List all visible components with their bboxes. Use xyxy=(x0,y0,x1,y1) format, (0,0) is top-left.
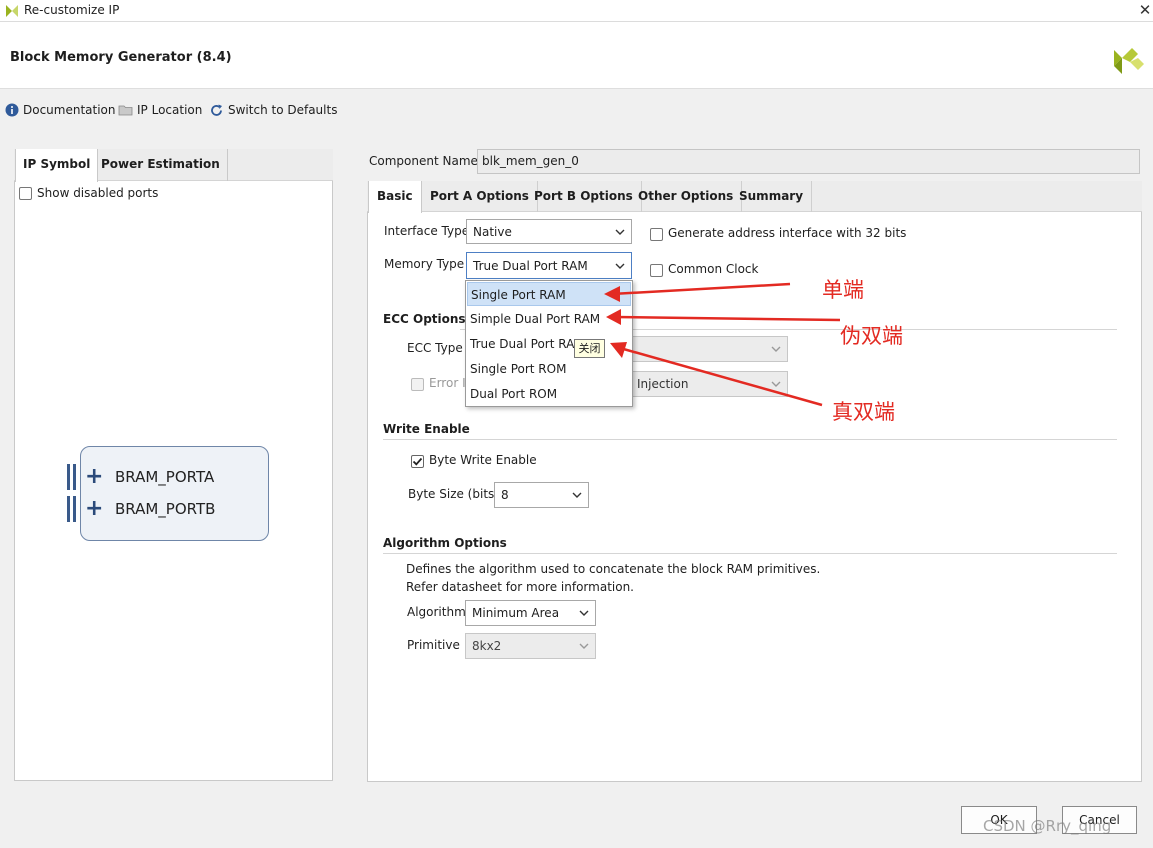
tab-basic[interactable]: Basic xyxy=(368,181,422,213)
documentation-link[interactable]: Documentation xyxy=(5,102,116,118)
refresh-icon xyxy=(211,104,222,116)
tab-ip-symbol[interactable]: IP Symbol xyxy=(15,149,99,182)
chevron-down-icon xyxy=(615,263,625,269)
chevron-down-icon xyxy=(579,643,589,649)
annotation-true-dual: 真双端 xyxy=(832,400,895,424)
tab-summary[interactable]: Summary xyxy=(731,181,813,212)
primitive-label: Primitive xyxy=(407,638,460,652)
tab-power-estimation[interactable]: Power Estimation xyxy=(94,149,228,181)
ip-location-label: IP Location xyxy=(137,103,203,117)
port-b-bar xyxy=(73,496,76,522)
component-name-input[interactable]: blk_mem_gen_0 xyxy=(477,149,1140,174)
switch-defaults-label: Switch to Defaults xyxy=(228,103,338,117)
tab-port-a-options[interactable]: Port A Options xyxy=(422,181,538,212)
annotation-single: 单端 xyxy=(822,278,864,302)
component-name-label: Component Name xyxy=(369,154,478,168)
byte-write-enable-checkbox[interactable] xyxy=(411,455,424,468)
show-disabled-ports-checkbox[interactable] xyxy=(19,187,32,200)
interface-type-select[interactable]: Native xyxy=(466,219,632,244)
write-enable-divider xyxy=(383,439,1117,440)
error-injection-label: Error I xyxy=(429,376,466,390)
primitive-value: 8kx2 xyxy=(472,639,502,653)
arrow-pseudo-dual-icon xyxy=(606,309,841,325)
memory-type-label: Memory Type xyxy=(384,257,465,271)
algorithm-description-2: Refer datasheet for more information. xyxy=(406,580,634,594)
annotation-pseudo-dual: 伪双端 xyxy=(840,324,903,348)
byte-size-select[interactable]: 8 xyxy=(494,482,589,508)
port-b-label: BRAM_PORTB xyxy=(115,500,216,518)
algorithm-divider xyxy=(383,553,1117,554)
algorithm-select[interactable]: Minimum Area xyxy=(465,600,596,626)
port-a-bar xyxy=(67,464,70,490)
xilinx-logo-icon xyxy=(1114,48,1144,74)
ecc-options-title: ECC Options xyxy=(383,312,466,326)
chevron-down-icon xyxy=(579,610,589,616)
port-a-bar xyxy=(73,464,76,490)
byte-size-value: 8 xyxy=(501,488,509,502)
annotation-arrows xyxy=(604,282,841,407)
gen-addr-32-label: Generate address interface with 32 bits xyxy=(668,226,907,240)
switch-defaults-link[interactable]: Switch to Defaults xyxy=(209,102,337,118)
port-b-bar xyxy=(67,496,70,522)
byte-write-enable-label: Byte Write Enable xyxy=(429,453,537,467)
expand-port-a-icon[interactable]: + xyxy=(85,466,103,488)
error-injection-checkbox[interactable] xyxy=(411,378,424,391)
tab-port-b-options[interactable]: Port B Options xyxy=(526,181,642,212)
watermark: CSDN @Rry_qing xyxy=(983,817,1112,835)
ip-symbol-box xyxy=(80,446,269,541)
algorithm-description-1: Defines the algorithm used to concatenat… xyxy=(406,562,821,576)
write-enable-title: Write Enable xyxy=(383,422,470,436)
byte-size-label: Byte Size (bits) xyxy=(408,487,499,501)
ecc-type-label: ECC Type xyxy=(407,341,463,355)
app-logo-icon xyxy=(6,5,18,17)
algorithm-value: Minimum Area xyxy=(472,606,560,620)
close-icon[interactable]: ✕ xyxy=(1138,1,1152,19)
memory-type-value: True Dual Port RAM xyxy=(473,258,588,273)
chevron-down-icon xyxy=(615,229,625,235)
checkmark-icon xyxy=(412,457,423,466)
interface-type-label: Interface Type xyxy=(384,224,470,238)
folder-icon xyxy=(118,105,133,116)
interface-type-value: Native xyxy=(473,224,512,239)
window-title: Re-customize IP xyxy=(24,3,120,17)
info-icon xyxy=(5,103,19,117)
documentation-label: Documentation xyxy=(23,103,116,117)
algorithm-options-title: Algorithm Options xyxy=(383,536,507,550)
arrow-single-icon xyxy=(604,282,791,302)
arrow-true-dual-icon xyxy=(610,342,823,407)
expand-port-b-icon[interactable]: + xyxy=(85,498,103,520)
show-disabled-ports-label: Show disabled ports xyxy=(37,186,159,200)
gen-addr-32-checkbox[interactable] xyxy=(650,228,663,241)
ip-title: Block Memory Generator (8.4) xyxy=(10,50,232,65)
algorithm-label: Algorithm xyxy=(407,605,466,619)
tab-other-options[interactable]: Other Options xyxy=(630,181,743,212)
chevron-down-icon xyxy=(572,492,582,498)
ip-location-link[interactable]: IP Location xyxy=(118,102,202,118)
port-a-label: BRAM_PORTA xyxy=(115,468,215,486)
primitive-select[interactable]: 8kx2 xyxy=(465,633,596,659)
title-bar xyxy=(0,0,1153,22)
